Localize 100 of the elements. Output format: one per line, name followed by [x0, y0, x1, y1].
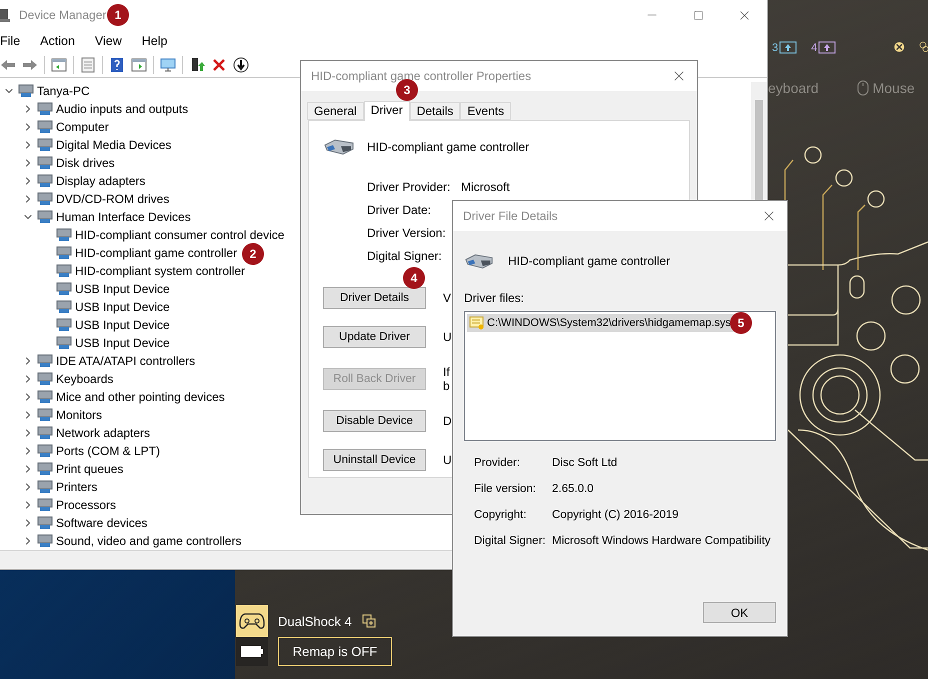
device-icon — [37, 102, 53, 116]
tree-item[interactable]: DVD/CD-ROM drives — [37, 190, 170, 208]
device-icon — [37, 444, 53, 458]
controller-tile[interactable] — [236, 605, 268, 637]
action-button[interactable]: Disable Device — [323, 410, 426, 432]
action-button[interactable]: Uninstall Device — [323, 449, 426, 471]
delete-icon[interactable] — [211, 56, 227, 72]
device-icon — [18, 84, 34, 98]
tree-item[interactable]: Audio inputs and outputs — [37, 100, 188, 118]
ok-button[interactable]: OK — [703, 602, 776, 623]
tree-item[interactable]: Human Interface Devices — [37, 208, 191, 226]
device-icon — [37, 174, 53, 188]
device-icon — [37, 156, 53, 170]
tree-item[interactable]: Computer — [37, 118, 109, 136]
tree-item[interactable]: Processors — [37, 496, 116, 514]
device-icon — [37, 462, 53, 476]
device-add-icon[interactable] — [189, 56, 205, 72]
device-icon — [56, 336, 72, 350]
tree-item[interactable]: Ports (COM & LPT) — [37, 442, 160, 460]
device-name: DualShock 4 — [278, 614, 352, 628]
tab[interactable]: Events — [460, 102, 512, 120]
monitor-icon[interactable] — [160, 56, 176, 72]
action-description: If — [443, 365, 450, 379]
field-label: Digital Signer: — [367, 248, 443, 262]
device-icon — [37, 192, 53, 206]
device-icon — [37, 480, 53, 494]
help-icon[interactable] — [109, 56, 125, 72]
tree-item[interactable]: Network adapters — [37, 424, 150, 442]
action-description: D — [443, 414, 452, 428]
device-icon — [37, 534, 53, 548]
info-label: Digital Signer: — [474, 535, 547, 547]
tree-item[interactable]: Monitors — [37, 406, 102, 424]
device-icon — [37, 498, 53, 512]
device-icon — [56, 300, 72, 314]
copy-icon[interactable] — [362, 614, 376, 628]
window-icon[interactable] — [131, 56, 147, 72]
action-description: U — [443, 330, 452, 344]
field-value: Microsoft — [461, 180, 511, 194]
tree-item[interactable]: USB Input Device — [56, 298, 170, 316]
document-icon[interactable] — [80, 56, 96, 72]
device-icon — [37, 390, 53, 404]
tree-item[interactable]: Digital Media Devices — [37, 136, 172, 154]
menu-item[interactable]: View — [94, 34, 130, 48]
tree-item[interactable]: HID-compliant system controller — [56, 262, 246, 280]
file-item[interactable]: C:\WINDOWS\System32\drivers\hidgamemap.sys — [467, 314, 737, 332]
remap-button[interactable]: Remap is OFF — [278, 637, 392, 666]
tree-item[interactable]: Display adapters — [37, 172, 146, 190]
maximize-icon[interactable] — [692, 10, 704, 20]
screen-icon — [818, 40, 836, 54]
device-icon — [56, 318, 72, 332]
info-value: 2.65.0.0 — [552, 483, 595, 495]
tree-item[interactable]: HID-compliant consumer control device — [56, 226, 284, 244]
device-icon — [37, 138, 53, 152]
tree-item[interactable]: Print queues — [37, 460, 124, 478]
device-icon — [56, 264, 72, 278]
device-icon — [37, 354, 53, 368]
tree-item[interactable]: HID-compliant game controller — [56, 244, 238, 262]
window-icon[interactable] — [51, 56, 67, 72]
info-value: Microsoft Windows Hardware Compatibility — [552, 535, 772, 547]
tab[interactable]: Driver — [364, 101, 410, 121]
device-icon — [37, 210, 53, 224]
action-button[interactable]: Update Driver — [323, 326, 426, 348]
computer-icon — [0, 7, 10, 23]
device-icon — [56, 228, 72, 242]
tab[interactable]: Details — [410, 102, 460, 120]
display-button[interactable]: 4 — [811, 40, 836, 54]
mouse-icon — [856, 80, 869, 96]
device-icon — [37, 516, 53, 530]
tree-item[interactable]: IDE ATA/ATAPI controllers — [37, 352, 196, 370]
action-description: U — [443, 453, 452, 467]
tree-item[interactable]: USB Input Device — [56, 316, 170, 334]
menu-item[interactable]: Action — [40, 34, 83, 48]
info-value: Disc Soft Ltd — [552, 457, 618, 469]
battery-icon — [241, 646, 263, 657]
device-name: HID-compliant game controller — [367, 140, 530, 154]
tree-item[interactable]: Disk drives — [37, 154, 115, 172]
menu-item[interactable]: File — [0, 34, 28, 48]
tree-item[interactable]: Sound, video and game controllers — [37, 532, 242, 550]
device-icon — [56, 246, 72, 260]
controller-icon — [323, 137, 355, 157]
display-button[interactable]: 3 — [772, 40, 798, 54]
controller-icon — [464, 252, 494, 270]
tree-item[interactable]: Mice and other pointing devices — [37, 388, 225, 406]
tab[interactable]: General — [307, 102, 364, 120]
info-label: Provider: — [474, 457, 522, 469]
tree-item[interactable]: Tanya-PC — [18, 82, 90, 100]
tree-item[interactable]: USB Input Device — [56, 280, 170, 298]
tree-item[interactable]: USB Input Device — [56, 334, 170, 352]
download-icon[interactable] — [233, 56, 249, 72]
action-button[interactable]: Driver Details — [323, 287, 426, 309]
device-icon — [37, 408, 53, 422]
info-value: Copyright (C) 2016-2019 — [552, 509, 680, 521]
tree-item[interactable]: Printers — [37, 478, 98, 496]
info-label: Copyright: — [474, 509, 528, 521]
dialog-title: Driver File Details — [463, 209, 558, 223]
gamepad-icon — [239, 612, 265, 630]
tree-item[interactable]: Software devices — [37, 514, 148, 532]
tree-item[interactable]: Keyboards — [37, 370, 114, 388]
file-icon — [469, 316, 485, 330]
menu-item[interactable]: Help — [142, 34, 176, 48]
